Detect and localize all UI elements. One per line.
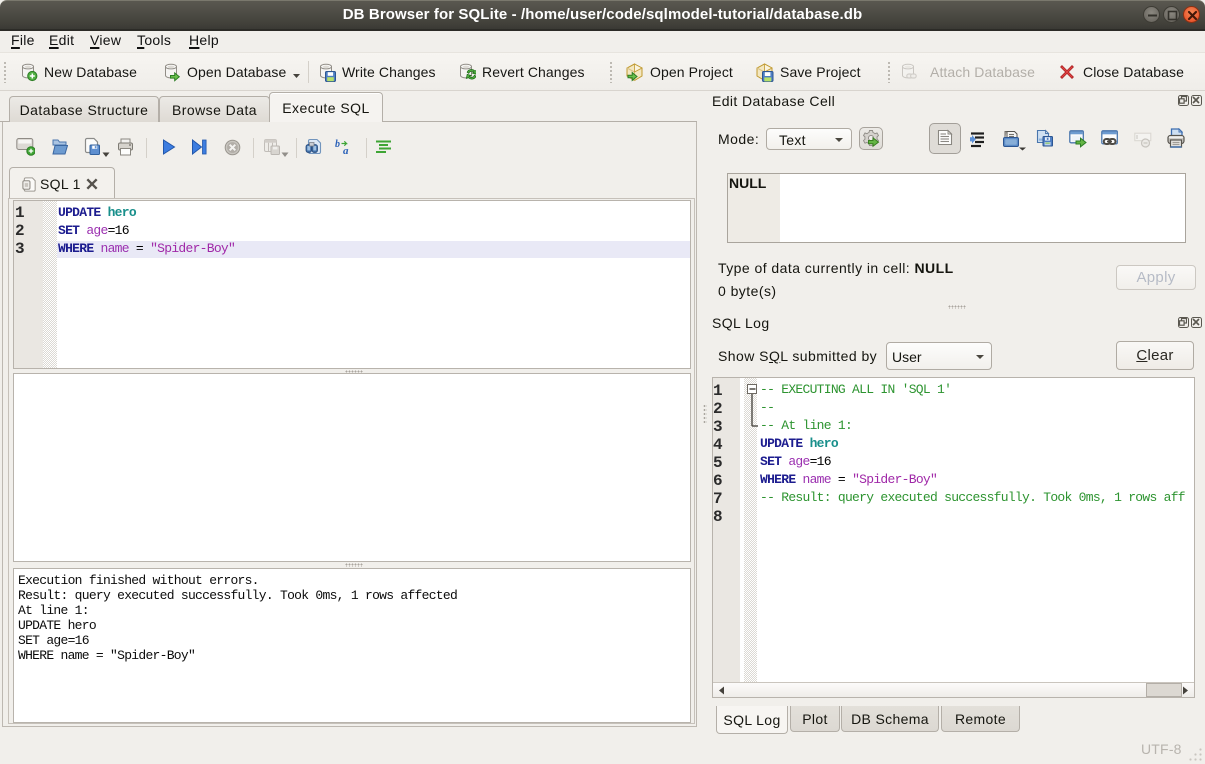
svg-text:a: a: [343, 145, 349, 156]
svg-text:b: b: [335, 139, 340, 150]
